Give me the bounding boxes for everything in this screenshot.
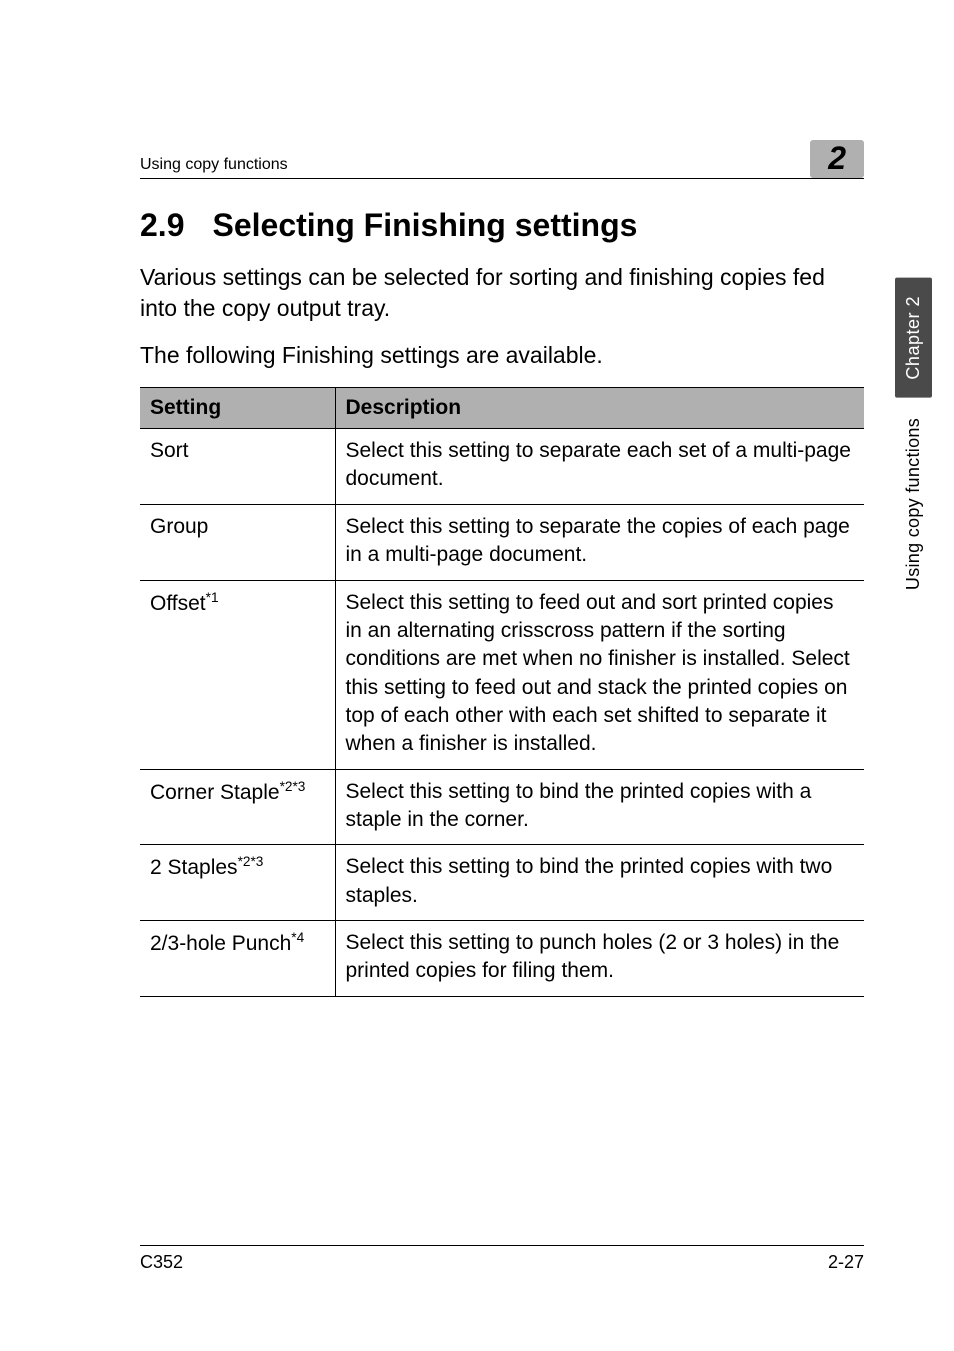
setting-cell: 2 Staples*2*3	[140, 845, 335, 921]
setting-cell: Sort	[140, 429, 335, 505]
intro-paragraph-1: Various settings can be selected for sor…	[140, 262, 864, 324]
footer-page: 2-27	[828, 1252, 864, 1273]
description-cell: Select this setting to separate the copi…	[335, 504, 864, 580]
column-header-setting: Setting	[140, 388, 335, 429]
description-cell: Select this setting to feed out and sort…	[335, 580, 864, 769]
side-tab-section: Using copy functions	[901, 412, 926, 596]
running-header: Using copy functions 2	[140, 140, 864, 179]
section-number: 2.9	[140, 207, 184, 243]
table-row: 2/3-hole Punch*4Select this setting to p…	[140, 920, 864, 996]
section-heading: 2.9 Selecting Finishing settings	[140, 207, 864, 244]
chapter-badge: 2	[810, 140, 864, 178]
side-tab-chapter: Chapter 2	[895, 278, 932, 398]
description-cell: Select this setting to bind the printed …	[335, 845, 864, 921]
description-cell: Select this setting to separate each set…	[335, 429, 864, 505]
table-row: Offset*1Select this setting to feed out …	[140, 580, 864, 769]
table-row: Corner Staple*2*3Select this setting to …	[140, 769, 864, 845]
table-row: 2 Staples*2*3Select this setting to bind…	[140, 845, 864, 921]
column-header-description: Description	[335, 388, 864, 429]
setting-cell: Corner Staple*2*3	[140, 769, 335, 845]
setting-cell: Offset*1	[140, 580, 335, 769]
side-tab: Chapter 2 Using copy functions	[895, 278, 932, 596]
page-footer: C352 2-27	[140, 1245, 864, 1273]
intro-paragraph-2: The following Finishing settings are ava…	[140, 340, 864, 371]
table-row: GroupSelect this setting to separate the…	[140, 504, 864, 580]
setting-cell: 2/3-hole Punch*4	[140, 920, 335, 996]
table-row: SortSelect this setting to separate each…	[140, 429, 864, 505]
settings-table: Setting Description SortSelect this sett…	[140, 387, 864, 997]
running-title: Using copy functions	[140, 156, 288, 174]
setting-cell: Group	[140, 504, 335, 580]
description-cell: Select this setting to punch holes (2 or…	[335, 920, 864, 996]
description-cell: Select this setting to bind the printed …	[335, 769, 864, 845]
footer-model: C352	[140, 1252, 183, 1273]
section-title: Selecting Finishing settings	[212, 207, 637, 243]
